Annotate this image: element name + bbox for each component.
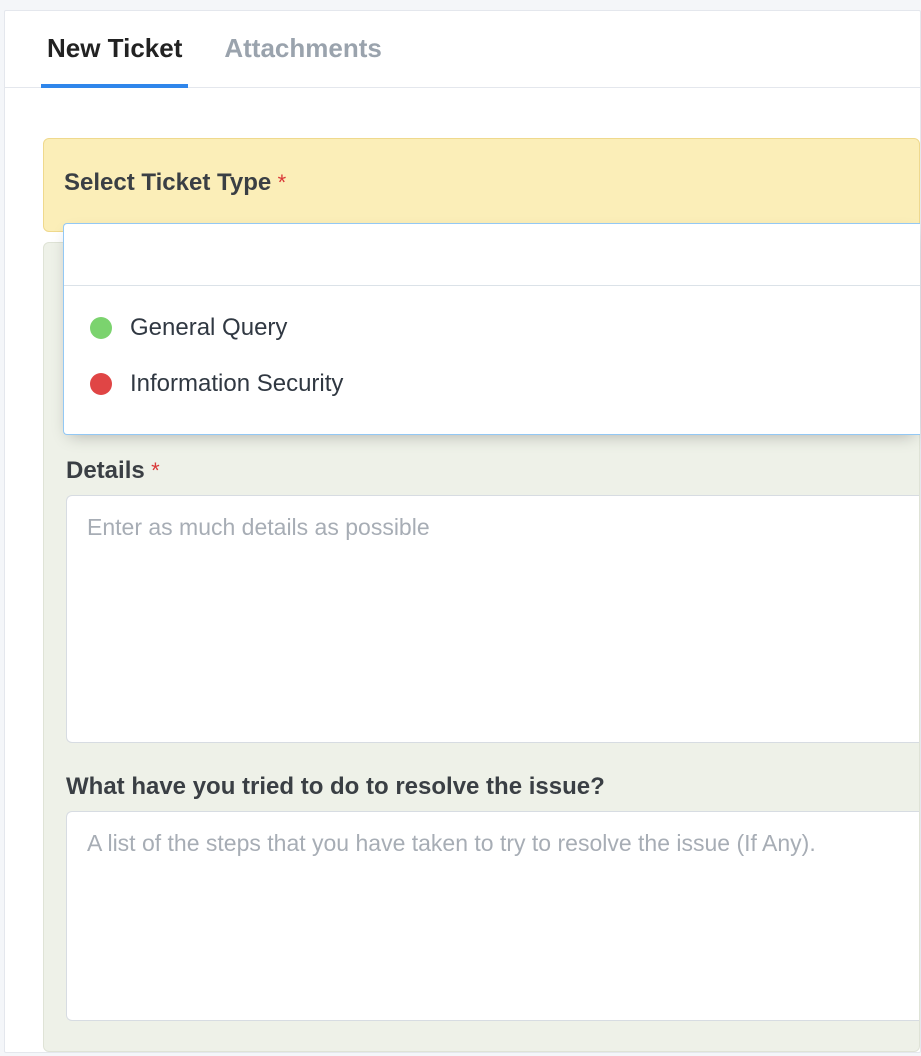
tab-attachments[interactable]: Attachments <box>218 11 387 88</box>
tab-new-ticket[interactable]: New Ticket <box>41 11 188 88</box>
required-marker: * <box>151 458 160 483</box>
option-label: General Query <box>130 314 287 342</box>
tab-bar: New Ticket Attachments <box>5 11 920 88</box>
required-marker: * <box>278 170 287 195</box>
ticket-type-search-row[interactable] <box>64 224 920 286</box>
ticket-type-banner: Select Ticket Type * <box>43 138 920 232</box>
option-label: Information Security <box>130 370 343 398</box>
page-container: New Ticket Attachments Select Ticket Typ… <box>4 10 921 1053</box>
ticket-type-options: General Query Information Security <box>64 286 920 434</box>
resolve-group: What have you tried to do to resolve the… <box>66 773 919 1021</box>
dot-icon <box>90 317 112 339</box>
details-group: Details * <box>66 457 919 743</box>
resolve-label: What have you tried to do to resolve the… <box>66 773 605 801</box>
ticket-type-dropdown[interactable]: General Query Information Security <box>63 223 920 435</box>
details-label: Details <box>66 457 145 485</box>
option-general-query[interactable]: General Query <box>64 300 920 356</box>
dot-icon <box>90 373 112 395</box>
resolve-steps-input[interactable] <box>66 811 919 1021</box>
details-input[interactable] <box>66 495 919 743</box>
option-information-security[interactable]: Information Security <box>64 356 920 412</box>
ticket-type-label: Select Ticket Type <box>64 169 271 197</box>
